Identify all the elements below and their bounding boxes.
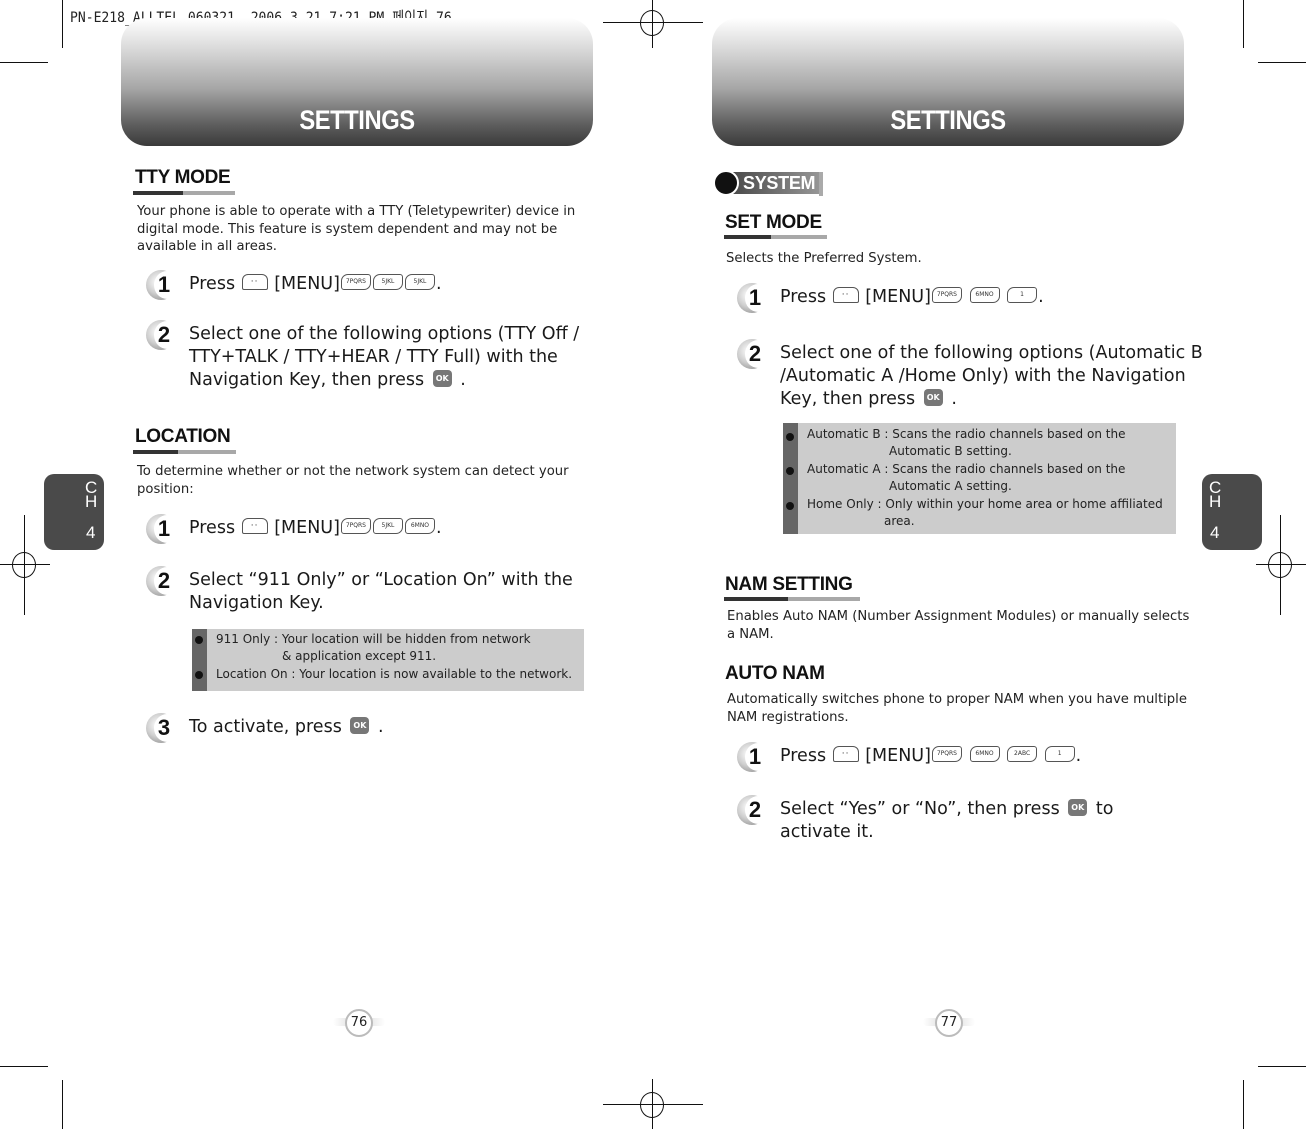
note-911-only: 911 Only : Your location will be hidden … — [216, 632, 531, 646]
registration-mark — [640, 10, 664, 36]
tty-mode-description: Your phone is able to operate with a TTY… — [137, 204, 576, 254]
key-7-icon: 7PQRS — [931, 746, 962, 762]
set-mode-step-1: Press ·· [MENU] 7PQRS 6MNO 1. — [780, 287, 1044, 307]
key-2-icon: 2ABC — [1007, 746, 1038, 762]
bullet-icon — [195, 636, 203, 644]
crop-mark — [62, 1080, 63, 1129]
location-heading: LOCATION — [135, 426, 231, 447]
chapter-tab: C H 4 — [44, 474, 104, 550]
menu-key-icon: ·· — [241, 518, 268, 534]
nam-setting-description: Enables Auto NAM (Number Assignment Modu… — [727, 609, 1190, 642]
ok-key-icon: OK — [432, 369, 452, 387]
key-1-icon: 1 — [1007, 287, 1038, 303]
banner-title: SETTINGS — [890, 105, 1006, 135]
bullet-icon — [786, 467, 794, 475]
chapter-tab: C H 4 — [1202, 474, 1262, 550]
crop-mark — [1243, 1080, 1244, 1129]
crop-mark — [1258, 1066, 1306, 1067]
registration-mark — [1268, 552, 1292, 578]
menu-key-icon: ·· — [832, 746, 859, 762]
heading-underline — [133, 450, 236, 454]
location-step-1: Press ·· [MENU] 7PQRS 5JKL 6MNO. — [189, 518, 442, 538]
tty-step-2: Select one of the following options (TTY… — [189, 324, 580, 390]
set-mode-note-box: Automatic B : Scans the radio channels b… — [783, 423, 1176, 534]
step-number-2: 2 — [737, 339, 771, 369]
crop-mark — [0, 62, 48, 63]
step-number-1: 1 — [146, 514, 180, 544]
location-note-box: 911 Only : Your location will be hidden … — [192, 629, 584, 691]
location-step-2: Select “911 Only” or “Location On” with … — [189, 570, 573, 613]
heading-underline — [133, 191, 235, 195]
note-automatic-a: Automatic A : Scans the radio channels b… — [807, 462, 1126, 476]
right-page-banner: SETTINGS — [712, 18, 1184, 146]
left-page-banner: SETTINGS — [121, 18, 593, 146]
step-number-1: 1 — [146, 270, 180, 300]
system-category-label: SYSTEM — [713, 170, 823, 196]
auto-nam-step-2: Select “Yes” or “No”, then press OK to a… — [780, 798, 1114, 842]
step-number-1: 1 — [737, 742, 771, 772]
tty-mode-heading: TTY MODE — [135, 167, 231, 188]
page-number: 76 — [345, 1009, 373, 1037]
key-7-icon: 7PQRS — [931, 287, 962, 303]
menu-key-icon: ·· — [832, 287, 859, 303]
key-5-icon: 5JKL — [404, 274, 435, 290]
set-mode-heading: SET MODE — [725, 212, 822, 233]
note-location-on: Location On : Your location is now avail… — [216, 667, 573, 681]
page-number: 77 — [935, 1009, 963, 1037]
location-step-3: To activate, press OK . — [189, 716, 384, 737]
note-automatic-b: Automatic B : Scans the radio channels b… — [807, 427, 1126, 441]
crop-mark — [62, 0, 63, 48]
location-description: To determine whether or not the network … — [137, 464, 569, 497]
registration-mark — [640, 1092, 664, 1118]
ok-key-icon: OK — [923, 388, 943, 406]
step-number-3: 3 — [146, 713, 180, 743]
note-home-only: Home Only : Only within your home area o… — [807, 497, 1163, 511]
bullet-icon — [786, 433, 794, 441]
ok-key-icon: OK — [350, 716, 370, 734]
key-6-icon: 6MNO — [969, 287, 1000, 303]
bullet-icon — [195, 671, 203, 679]
heading-underline — [724, 235, 827, 239]
key-7-icon: 7PQRS — [340, 274, 371, 290]
set-mode-description: Selects the Preferred System. — [726, 251, 922, 266]
key-6-icon: 6MNO — [404, 518, 435, 534]
bullet-icon — [713, 170, 739, 196]
auto-nam-heading: AUTO NAM — [725, 663, 825, 684]
registration-mark — [12, 552, 36, 578]
key-1-icon: 1 — [1044, 746, 1075, 762]
step-number-2: 2 — [737, 795, 771, 825]
set-mode-step-2: Select one of the following options (Aut… — [780, 343, 1203, 409]
bullet-icon — [786, 502, 794, 510]
crop-mark — [0, 1066, 48, 1067]
step-number-2: 2 — [146, 566, 180, 596]
crop-mark — [1243, 0, 1244, 48]
key-5-icon: 5JKL — [372, 274, 403, 290]
heading-underline — [724, 597, 860, 601]
key-6-icon: 6MNO — [969, 746, 1000, 762]
tty-step-1: Press ·· [MENU] 7PQRS 5JKL 5JKL. — [189, 274, 442, 294]
key-5-icon: 5JKL — [372, 518, 403, 534]
key-7-icon: 7PQRS — [340, 518, 371, 534]
step-number-1: 1 — [737, 283, 771, 313]
auto-nam-description: Automatically switches phone to proper N… — [727, 692, 1187, 725]
nam-setting-heading: NAM SETTING — [725, 574, 853, 595]
auto-nam-step-1: Press ·· [MENU] 7PQRS 6MNO 2ABC 1. — [780, 746, 1082, 766]
step-number-2: 2 — [146, 320, 180, 350]
ok-key-icon: OK — [1068, 798, 1088, 816]
banner-title: SETTINGS — [299, 105, 415, 135]
crop-mark — [1258, 62, 1306, 63]
menu-key-icon: ·· — [241, 274, 268, 290]
